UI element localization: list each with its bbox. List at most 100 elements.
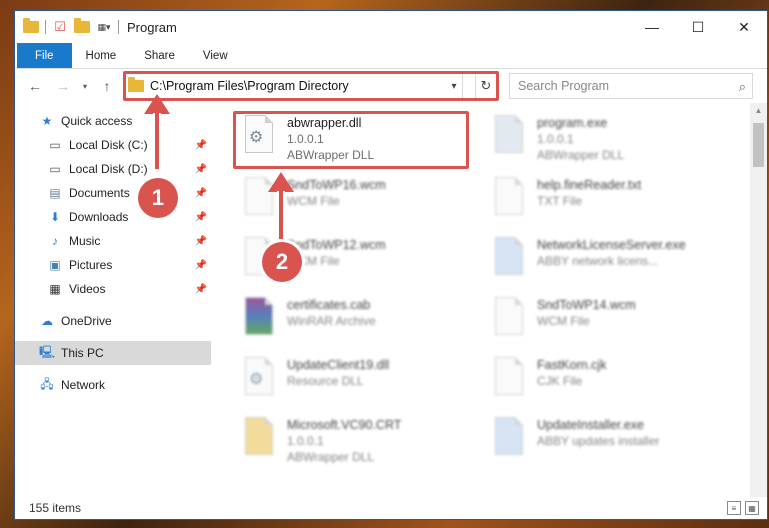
file-icon	[489, 295, 529, 343]
file-item-update-installer[interactable]: UpdateInstaller.exe ABBY updates install…	[489, 415, 729, 471]
details-view-icon[interactable]: ≡	[727, 501, 741, 515]
recent-locations-button[interactable]: ▾	[79, 74, 91, 98]
drive-icon: ▭	[49, 138, 61, 152]
file-name: SndToWP12.wcm	[287, 238, 386, 252]
sidebar-item-this-pc[interactable]: 🖳 This PC	[15, 341, 211, 365]
film-icon: ▦	[49, 282, 61, 296]
callout-2: 2	[262, 242, 302, 282]
file-type: CJK File	[537, 374, 583, 388]
search-input[interactable]: Search Program ⌕	[509, 73, 753, 99]
sidebar-item-label: Local Disk (C:)	[69, 138, 148, 152]
maximize-button[interactable]: ☐	[675, 11, 721, 43]
file-name: Microsoft.VC90.CRT	[287, 418, 402, 432]
arrow-shaft	[153, 113, 161, 171]
divider	[45, 20, 46, 34]
file-name: UpdateClient19.dll	[287, 358, 390, 372]
computer-icon: 🖳	[39, 344, 56, 359]
network-icon: 🖧	[40, 376, 54, 391]
file-item-updateclient19[interactable]: ⚙ UpdateClient19.dll Resource DLL	[239, 355, 479, 411]
sidebar-item-videos[interactable]: ▦ Videos 📌	[15, 277, 211, 301]
address-highlight-box	[123, 71, 499, 101]
sidebar-item-quick-access[interactable]: ★ Quick access	[15, 109, 211, 133]
tab-share[interactable]: Share	[130, 43, 189, 68]
file-type: WCM File	[287, 194, 340, 208]
pin-icon[interactable]: 📌	[195, 236, 207, 247]
pin-icon[interactable]: 📌	[195, 212, 207, 223]
file-version: 1.0.0.1	[287, 434, 324, 448]
tab-file[interactable]: File	[17, 43, 72, 68]
sidebar-item-documents[interactable]: ▤ Documents 📌	[15, 181, 211, 205]
address-row: ← → ▾ ↑ C:\Program Files\Program Directo…	[15, 69, 767, 103]
search-placeholder: Search Program	[518, 79, 610, 93]
pin-icon[interactable]: 📌	[195, 260, 207, 271]
close-button[interactable]: ✕	[721, 11, 767, 43]
large-icons-view-icon[interactable]: ▦	[745, 501, 759, 515]
vertical-scrollbar[interactable]: ▲	[750, 103, 767, 497]
music-note-icon: ♪	[52, 234, 58, 248]
file-item-network-license-server[interactable]: NetworkLicenseServer.exe ABBY network li…	[489, 235, 729, 291]
sidebar-item-local-disk-c[interactable]: ▭ Local Disk (C:) 📌	[15, 133, 211, 157]
file-type: TXT File	[537, 194, 583, 208]
sidebar-item-network[interactable]: 🖧 Network	[15, 373, 211, 397]
file-name: certificates.cab	[287, 298, 371, 312]
sidebar-item-label: Network	[61, 378, 106, 392]
download-arrow-icon: ⬇	[49, 210, 61, 224]
file-name: program.exe	[537, 116, 608, 130]
sidebar-item-label: Pictures	[69, 258, 113, 272]
pin-icon[interactable]: 📌	[195, 284, 207, 295]
file-type: Resource DLL	[287, 374, 364, 388]
window-controls: — ☐ ✕	[629, 11, 767, 43]
up-button[interactable]: ↑	[95, 74, 119, 98]
documents-icon: ▤	[49, 186, 61, 200]
file-type: WCM File	[537, 314, 590, 328]
sidebar-item-downloads[interactable]: ⬇ Downloads 📌	[15, 205, 211, 229]
archive-icon	[239, 295, 279, 343]
navigation-pane: ★ Quick access ▭ Local Disk (C:) 📌 ▭ Loc…	[15, 103, 211, 497]
tab-view[interactable]: View	[189, 43, 242, 68]
scroll-thumb[interactable]	[753, 123, 764, 167]
search-icon[interactable]: ⌕	[739, 79, 746, 95]
sidebar-item-music[interactable]: ♪ Music 📌	[15, 229, 211, 253]
forward-button[interactable]: →	[51, 74, 75, 98]
new-folder-icon[interactable]	[74, 18, 90, 35]
ribbon-tabs: File Home Share View	[15, 43, 767, 69]
folder-icon	[23, 18, 39, 35]
back-button[interactable]: ←	[23, 74, 47, 98]
file-name: SndToWP14.wcm	[537, 298, 636, 312]
file-name: SndToWP16.wcm	[287, 178, 386, 192]
sidebar-item-label: Quick access	[61, 114, 133, 128]
file-item-help-finereader[interactable]: help.fineReader.txt TXT File	[489, 175, 729, 231]
sidebar-item-pictures[interactable]: ▣ Pictures 📌	[15, 253, 211, 277]
text-file-icon	[489, 175, 529, 223]
sidebar-item-label: Downloads	[69, 210, 129, 224]
arrow-up-icon	[268, 172, 294, 192]
file-item-sndtowp14[interactable]: SndToWP14.wcm WCM File	[489, 295, 729, 351]
item-count: 155 items	[29, 501, 82, 515]
sidebar-item-onedrive[interactable]: ☁ OneDrive	[15, 309, 211, 333]
customize-qat-icon[interactable]: ▦▾	[96, 19, 112, 35]
scroll-up-icon[interactable]: ▲	[750, 103, 767, 119]
pin-icon[interactable]: 📌	[195, 188, 207, 199]
file-type: WinRAR Archive	[287, 314, 376, 328]
file-item-fastkorn[interactable]: FastKorn.cjk CJK File	[489, 355, 729, 411]
file-item-microsoft-vc90-crt[interactable]: Microsoft.VC90.CRT 1.0.0.1 ABWrapper DLL	[239, 415, 479, 471]
file-item-program-exe[interactable]: program.exe 1.0.0.1 ABWrapper DLL	[489, 113, 729, 169]
title-bar: ☑ ▦▾ Program — ☐ ✕	[15, 11, 767, 43]
tab-home[interactable]: Home	[72, 43, 131, 68]
properties-icon[interactable]: ☑	[52, 19, 68, 35]
pin-icon[interactable]: 📌	[195, 164, 207, 175]
exe-file-icon	[489, 235, 529, 283]
star-icon: ★	[41, 114, 53, 128]
pin-icon[interactable]: 📌	[195, 140, 207, 151]
status-bar: 155 items ≡ ▦	[15, 497, 767, 519]
minimize-button[interactable]: —	[629, 11, 675, 43]
divider	[118, 20, 119, 34]
file-description: ABBY network licens...	[537, 254, 659, 268]
sidebar-item-local-disk-d[interactable]: ▭ Local Disk (D:) 📌	[15, 157, 211, 181]
file-name: help.fineReader.txt	[537, 178, 642, 192]
file-highlight-box	[233, 111, 469, 169]
view-switcher: ≡ ▦	[727, 501, 759, 515]
arrow-up-icon	[144, 94, 170, 114]
file-item-certificates-cab[interactable]: certificates.cab WinRAR Archive	[239, 295, 479, 351]
sidebar-item-label: OneDrive	[61, 314, 112, 328]
